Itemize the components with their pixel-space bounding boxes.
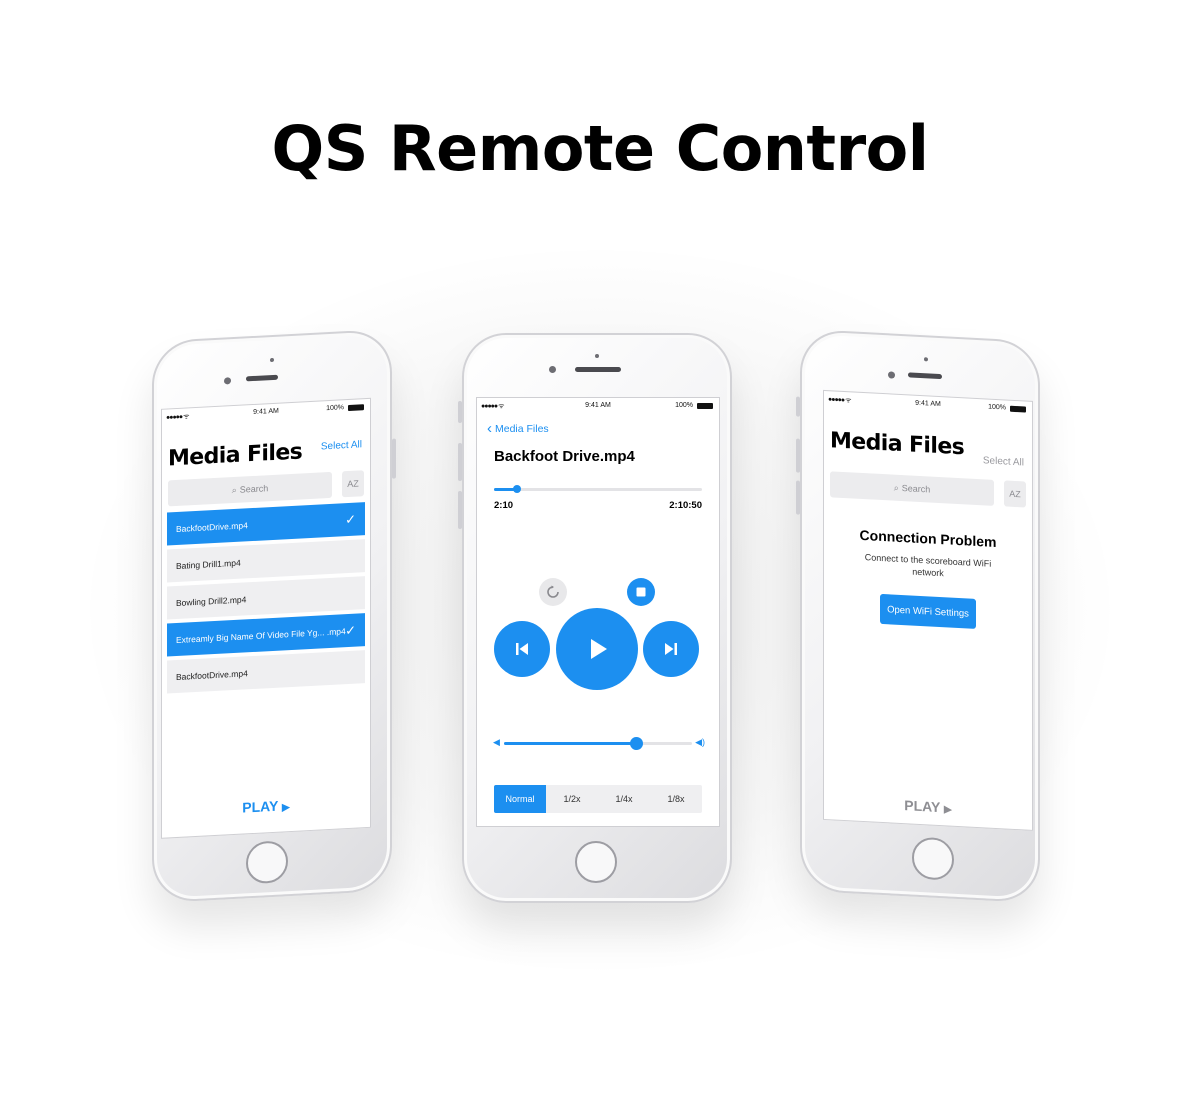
right-screen: ●●●●● ᯤ 9:41 AM 100% Media Files Select …	[823, 389, 1033, 831]
speed-quarter[interactable]: 1/4x	[598, 785, 650, 813]
battery-icon	[348, 404, 364, 412]
play-icon	[591, 639, 607, 659]
center-screen: ●●●●● ᯤ 9:41 AM 100% ‹ Media Files Backfo…	[476, 397, 720, 827]
previous-icon	[516, 643, 528, 655]
total-time: 2:10:50	[669, 500, 702, 511]
select-all-button[interactable]: Select All	[983, 455, 1024, 468]
search-input[interactable]: ⌕ Search	[830, 471, 994, 506]
page-title: QS Remote Control	[271, 112, 929, 185]
next-icon	[665, 643, 677, 655]
connection-problem-title: Connection Problem	[859, 526, 997, 551]
back-button[interactable]: ‹ Media Files	[487, 420, 549, 437]
playback-speed-selector: Normal 1/2x 1/4x 1/8x	[494, 785, 702, 813]
search-input[interactable]: ⌕ Search	[168, 471, 332, 507]
file-row[interactable]: Bating Drill1.mp4	[167, 539, 365, 583]
side-button	[392, 438, 396, 479]
play-label: PLAY	[242, 797, 279, 816]
back-chevron-icon: ‹	[487, 420, 492, 437]
battery-percent: 100%	[988, 403, 1006, 412]
check-icon: ✓	[345, 622, 356, 638]
file-row[interactable]: BackfootDrive.mp4 ✓	[167, 502, 365, 546]
speed-half[interactable]: 1/2x	[546, 785, 598, 813]
back-label: Media Files	[495, 423, 549, 435]
proximity-sensor	[924, 357, 928, 362]
file-name: Bating Drill1.mp4	[176, 557, 241, 571]
battery-percent: 100%	[326, 404, 344, 413]
stop-icon	[636, 587, 646, 597]
volume-slider[interactable]	[504, 737, 692, 750]
previous-button[interactable]	[494, 621, 550, 677]
connection-problem-message: Connect to the scoreboard WiFi network	[864, 552, 992, 579]
search-placeholder: Search	[239, 483, 269, 495]
proximity-sensor	[595, 354, 599, 358]
sort-button[interactable]: AZ	[1004, 480, 1026, 508]
open-wifi-settings-button[interactable]: Open WiFi Settings	[880, 593, 976, 629]
play-label: PLAY	[904, 797, 941, 816]
volume-up-button	[796, 438, 800, 473]
play-triangle-icon: ▶	[282, 802, 290, 814]
front-camera	[888, 371, 895, 379]
speed-normal[interactable]: Normal	[494, 785, 546, 813]
elapsed-time: 2:10	[494, 500, 514, 511]
progress-knob[interactable]	[512, 485, 521, 493]
screen-title: Media Files	[168, 439, 303, 472]
home-button[interactable]	[575, 841, 617, 883]
search-icon: ⌕	[893, 482, 899, 493]
file-row[interactable]: Bowling Drill2.mp4	[167, 576, 365, 620]
file-row[interactable]: BackfootDrive.mp4	[167, 650, 365, 694]
volume-knob[interactable]	[629, 737, 643, 750]
battery-icon	[697, 403, 713, 409]
right-phone: ●●●●● ᯤ 9:41 AM 100% Media Files Select …	[796, 328, 1040, 904]
file-title: Backfoot Drive.mp4	[494, 448, 635, 465]
play-button[interactable]: PLAY ▶	[162, 793, 370, 820]
volume-high-icon: ◀)	[695, 737, 705, 747]
file-name: BackfootDrive.mp4	[176, 667, 248, 682]
volume-low-icon: ◀	[493, 737, 500, 747]
left-phone: ●●●●● ᯤ 9:41 AM 100% Media Files Select …	[152, 328, 396, 904]
select-all-button[interactable]: Select All	[321, 439, 362, 452]
search-icon: ⌕	[231, 484, 237, 495]
volume-down-button	[796, 480, 800, 515]
mute-switch	[458, 401, 462, 423]
search-placeholder: Search	[901, 483, 931, 495]
replay-icon	[547, 585, 559, 598]
volume-fill	[504, 742, 636, 745]
center-phone: ●●●●● ᯤ 9:41 AM 100% ‹ Media Files Backfo…	[458, 333, 732, 903]
play-pause-button[interactable]	[556, 608, 638, 690]
screen-title: Media Files	[830, 428, 965, 461]
volume-up-button	[458, 443, 462, 481]
mute-switch	[796, 396, 800, 417]
stop-button[interactable]	[627, 578, 655, 606]
file-name: BackfootDrive.mp4	[176, 519, 248, 534]
progress-slider[interactable]	[494, 485, 702, 493]
front-camera	[549, 366, 556, 373]
replay-button[interactable]	[539, 578, 567, 606]
check-icon: ✓	[345, 511, 356, 527]
sort-button[interactable]: AZ	[342, 470, 364, 498]
file-name: Extreamly Big Name Of Video File Yg... .…	[176, 625, 346, 645]
speed-eighth[interactable]: 1/8x	[650, 785, 702, 813]
play-button-disabled: PLAY ▶	[824, 793, 1032, 820]
left-screen: ●●●●● ᯤ 9:41 AM 100% Media Files Select …	[161, 397, 371, 839]
battery-icon	[1010, 405, 1026, 413]
earpiece-speaker	[575, 367, 621, 372]
status-bar: ●●●●● ᯤ 9:41 AM 100%	[477, 402, 719, 412]
play-triangle-icon: ▶	[944, 804, 952, 816]
volume-down-button	[458, 491, 462, 529]
battery-percent: 100%	[675, 402, 693, 409]
file-name: Bowling Drill2.mp4	[176, 593, 247, 608]
next-button[interactable]	[643, 621, 699, 677]
file-row[interactable]: Extreamly Big Name Of Video File Yg... .…	[167, 613, 365, 657]
